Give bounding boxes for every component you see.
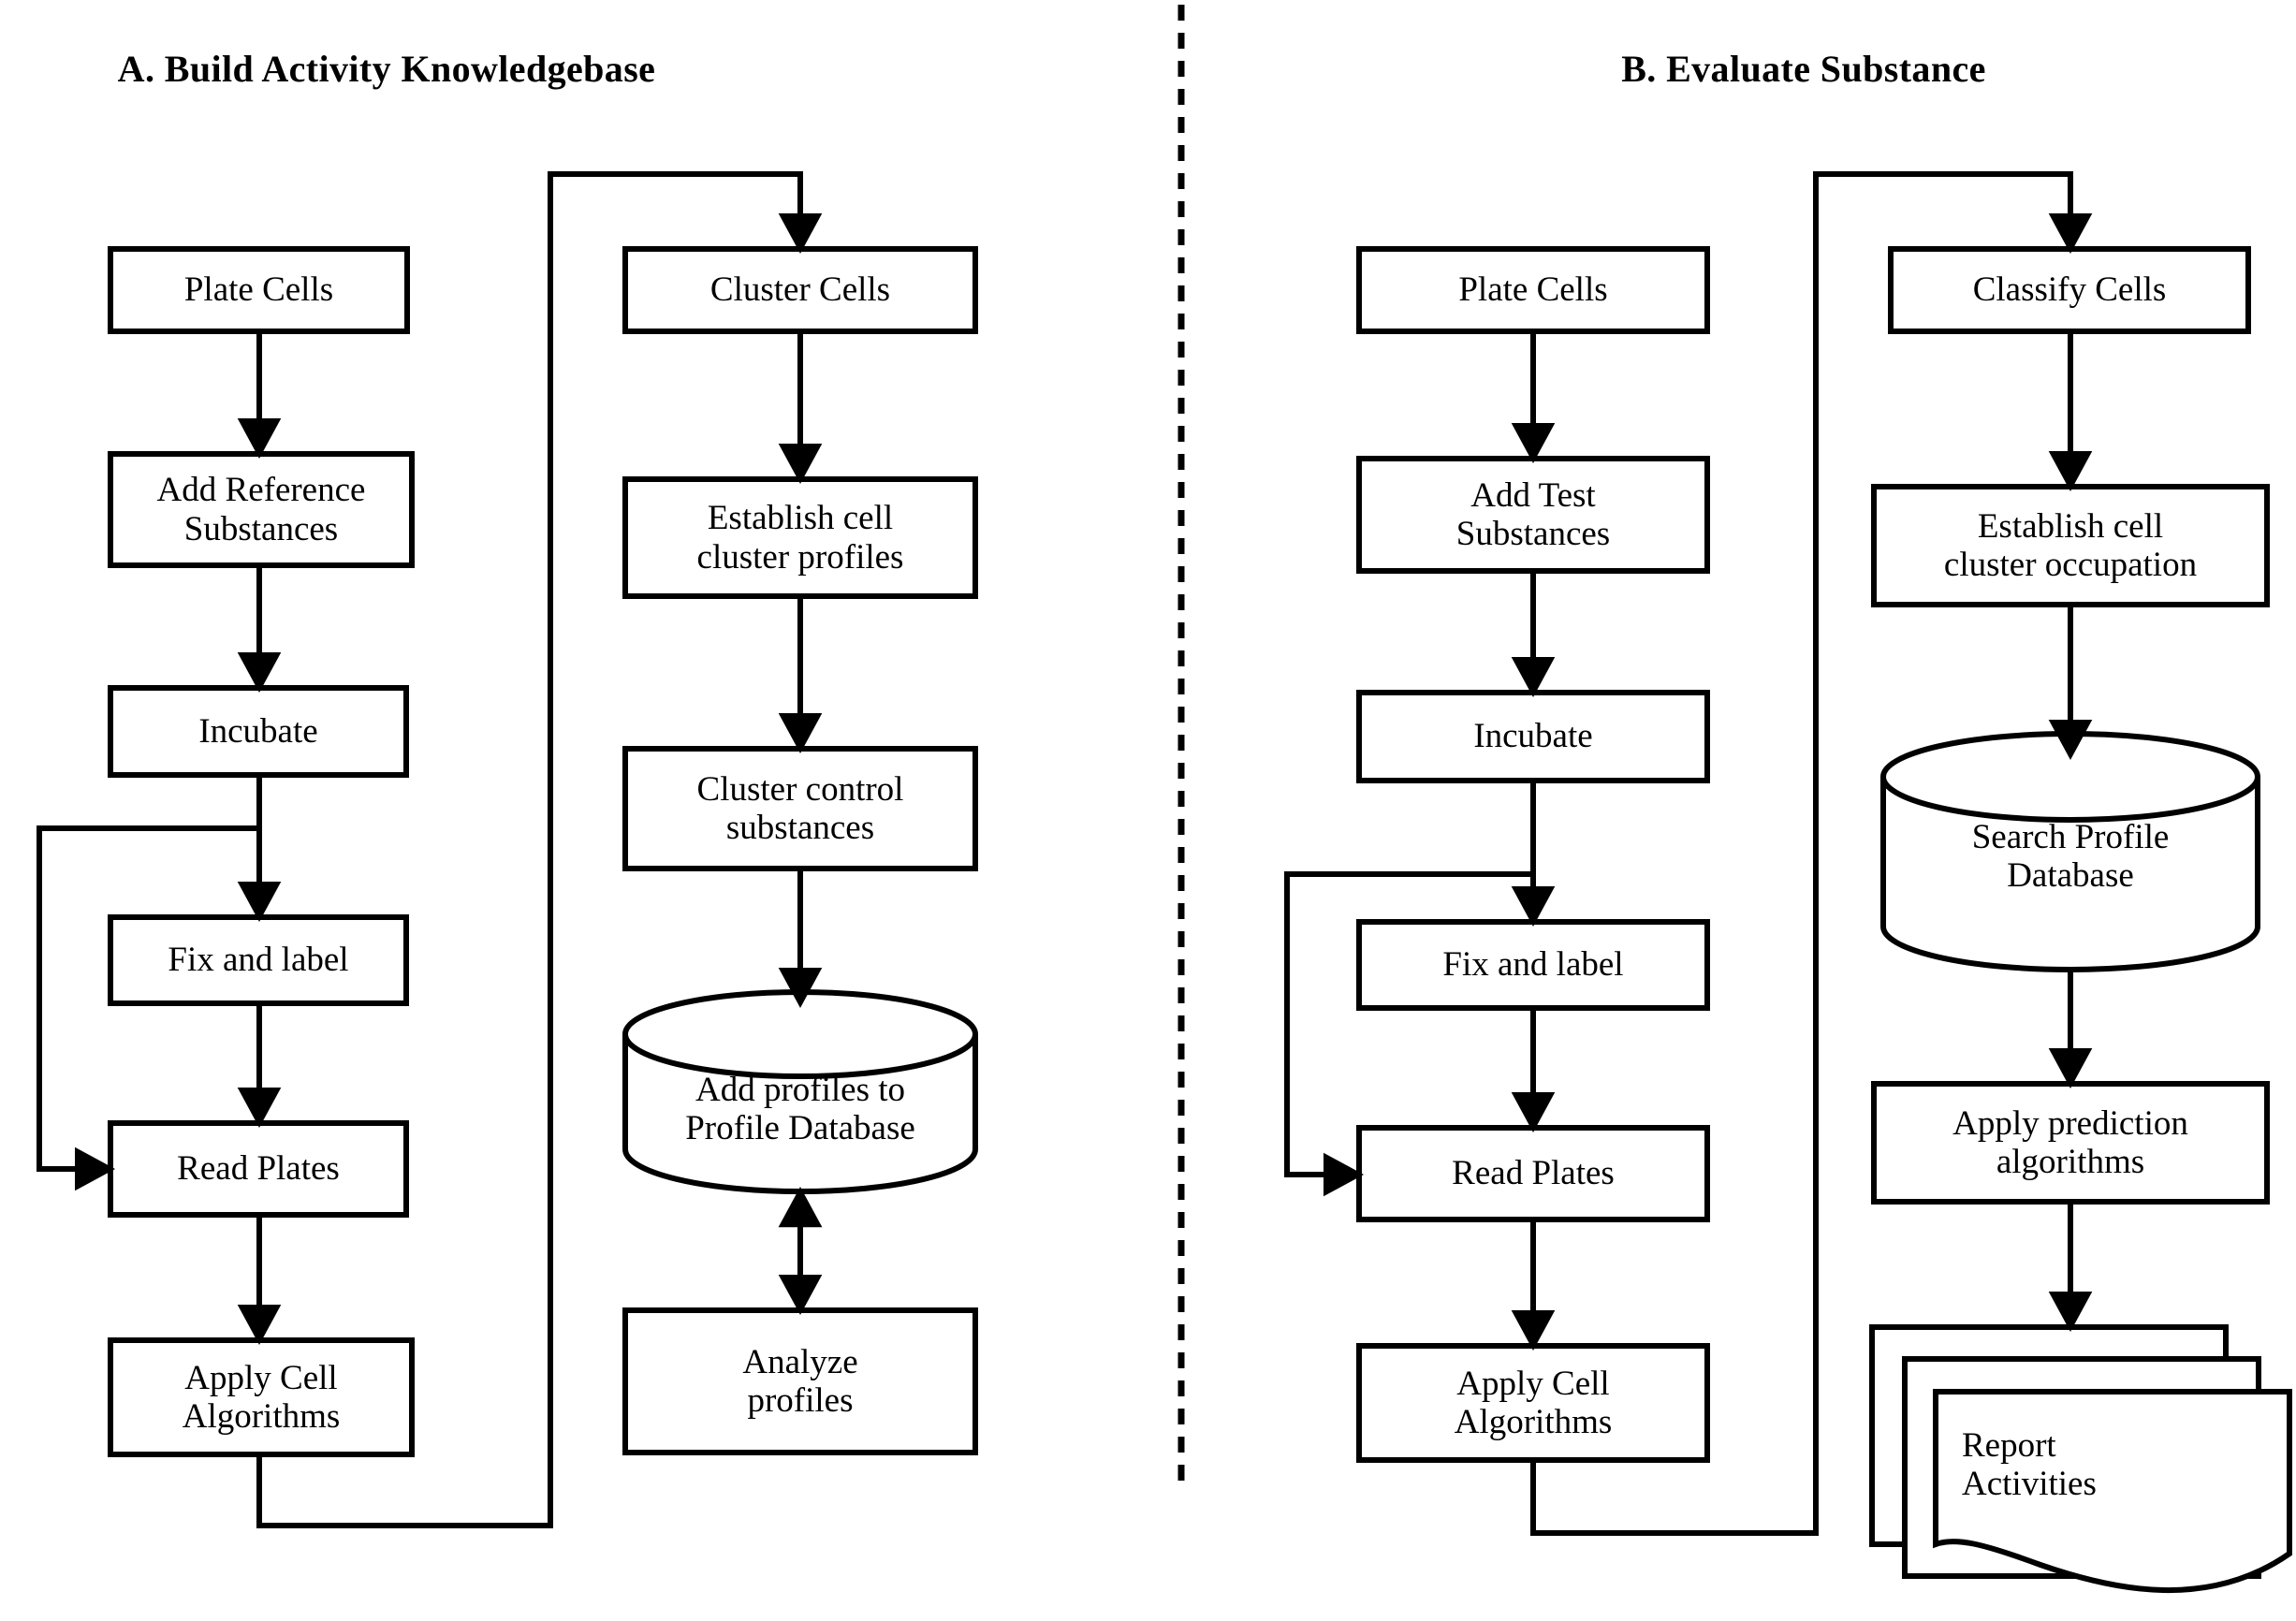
panel-b-title: B. Evaluate Substance (1621, 48, 1986, 90)
box-b-apply-cell-algorithms (1356, 1343, 1710, 1463)
box-b-classify-cells (1888, 246, 2251, 334)
cylinder-a-add-profiles-to-profile-database (622, 989, 978, 1194)
box-b-incubate (1356, 690, 1710, 783)
flowchart-graphics (37, 5, 2292, 1593)
cylinder-b-search-profile-database (1880, 731, 2260, 972)
box-a-fix-and-label (108, 914, 409, 1006)
box-a-incubate (108, 685, 409, 778)
box-a-establish-cell-cluster-profiles (622, 476, 978, 599)
document-stack-b-report-activities (1869, 1324, 2292, 1593)
box-b-read-plates (1356, 1125, 1710, 1222)
panel-a-title: A. Build Activity Knowledgebase (117, 48, 656, 90)
box-a-add-reference-substances (108, 451, 415, 568)
box-b-plate-cells (1356, 246, 1710, 334)
box-a-cluster-cells (622, 246, 978, 334)
box-a-cluster-control-substances (622, 746, 978, 871)
box-a-plate-cells (108, 246, 410, 334)
box-b-establish-cell-cluster-occupation (1871, 484, 2270, 607)
box-a-analyze-profiles (622, 1307, 978, 1455)
box-b-add-test-substances (1356, 456, 1710, 574)
figure-canvas: A. Build Activity Knowledgebase B. Evalu… (0, 0, 2296, 1621)
box-b-apply-prediction-algorithms (1871, 1081, 2270, 1205)
box-b-fix-and-label (1356, 919, 1710, 1011)
box-a-apply-cell-algorithms (108, 1337, 415, 1457)
box-a-read-plates (108, 1120, 409, 1218)
